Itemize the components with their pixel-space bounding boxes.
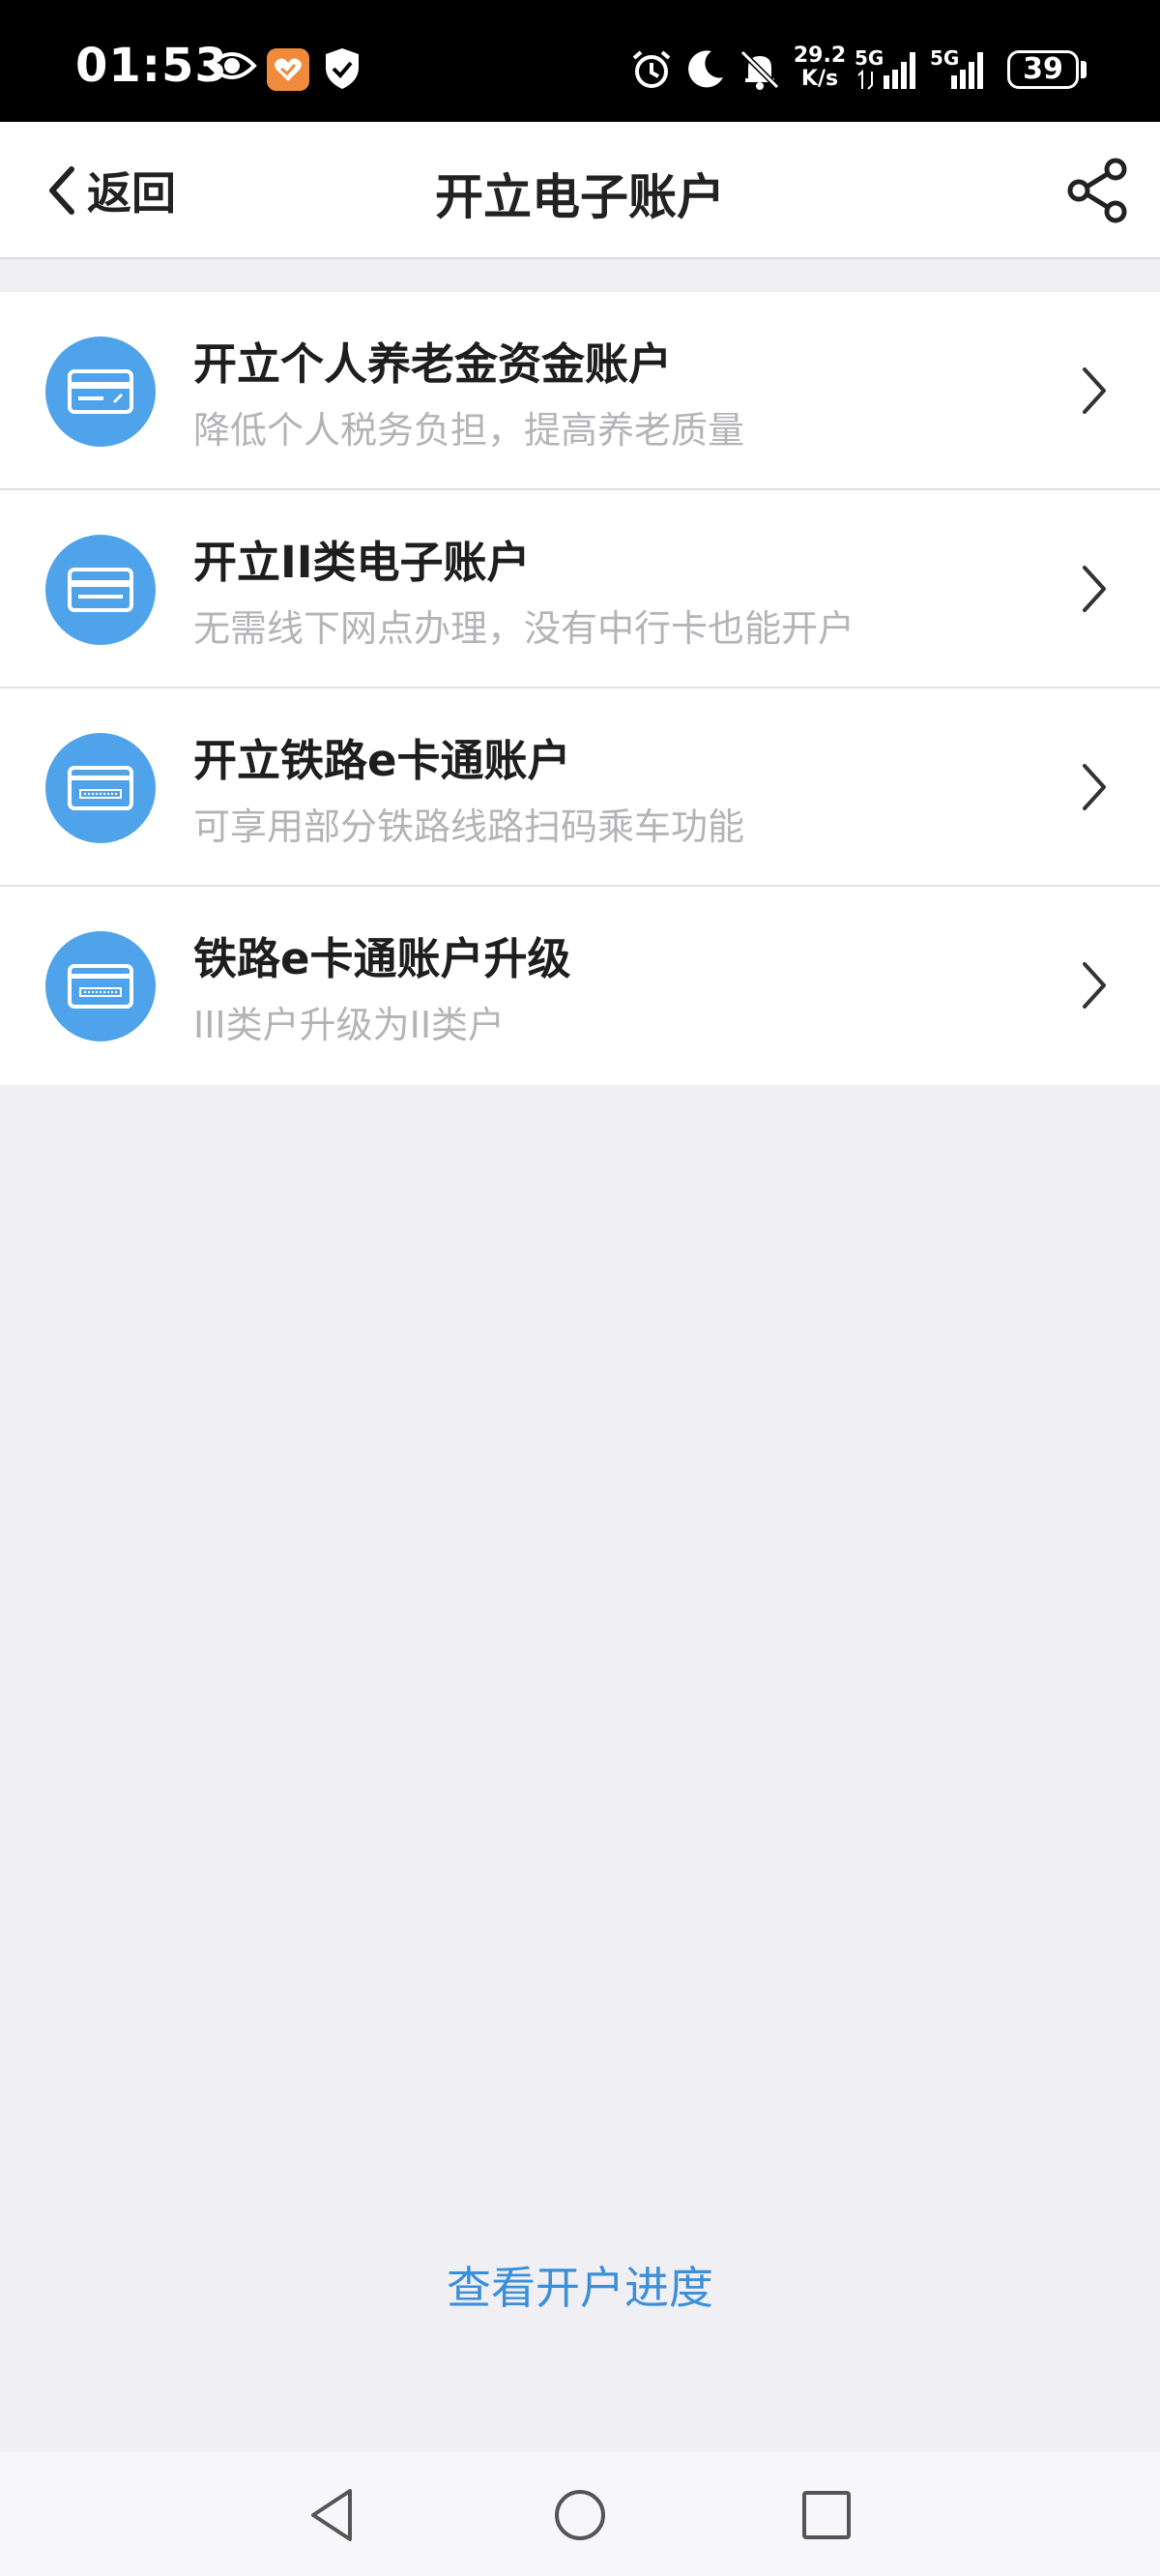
account-options-list: 开立个人养老金资金账户 降低个人税务负担，提高养老质量 开立II类电子账户 无需… <box>0 292 1160 1085</box>
back-triangle-icon[interactable] <box>300 2481 367 2549</box>
health-app-icon <box>267 48 309 91</box>
item-title: 开立II类电子账户 <box>193 537 531 588</box>
moon-icon <box>688 50 723 88</box>
chevron-right-icon <box>1083 367 1106 414</box>
view-progress-link[interactable]: 查看开户进度 <box>0 2253 1160 2317</box>
share-icon[interactable] <box>1063 157 1131 224</box>
status-bar: 01:53 29.2 K/s 5G 5G 39 <box>0 0 1160 122</box>
bell-off-icon <box>740 49 780 90</box>
alarm-icon <box>632 50 671 88</box>
signal-icon: 5G <box>930 46 998 91</box>
item-title: 开立个人养老金资金账户 <box>193 338 673 390</box>
battery-icon: 39 <box>1007 50 1079 89</box>
recents-square-icon[interactable] <box>793 2481 860 2549</box>
signal-icon: 5G <box>855 46 922 91</box>
shield-check-icon <box>326 48 359 89</box>
card-icon <box>45 931 156 1041</box>
item-subtitle: 可享用部分铁路线路扫码乘车功能 <box>193 805 745 848</box>
chevron-right-icon <box>1083 962 1106 1009</box>
home-circle-icon[interactable] <box>546 2481 614 2549</box>
system-nav-bar <box>0 2452 1160 2576</box>
card-icon <box>45 535 156 645</box>
item-subtitle: 降低个人税务负担，提高养老质量 <box>193 409 745 452</box>
chevron-right-icon <box>1083 764 1106 810</box>
list-item-railway-ecard-upgrade[interactable]: 铁路e卡通账户升级 III类户升级为II类户 <box>0 887 1160 1085</box>
battery-tip <box>1081 61 1087 78</box>
nav-bar: 返回 开立电子账户 <box>0 122 1160 259</box>
list-item-pension-account[interactable]: 开立个人养老金资金账户 降低个人税务负担，提高养老质量 <box>0 292 1160 490</box>
list-item-railway-ecard[interactable]: 开立铁路e卡通账户 可享用部分铁路线路扫码乘车功能 <box>0 688 1160 887</box>
status-time: 01:53 <box>75 39 228 93</box>
item-subtitle: III类户升级为II类户 <box>193 1004 506 1046</box>
card-icon <box>45 337 156 447</box>
item-title: 开立铁路e卡通账户 <box>193 735 571 786</box>
eye-icon <box>207 52 257 79</box>
item-subtitle: 无需线下网点办理，没有中行卡也能开户 <box>193 607 856 650</box>
chevron-right-icon <box>1083 566 1106 612</box>
item-title: 铁路e卡通账户升级 <box>193 933 571 984</box>
net-speed: 29.2 K/s <box>793 44 847 91</box>
card-icon <box>45 733 156 843</box>
list-item-class2-account[interactable]: 开立II类电子账户 无需线下网点办理，没有中行卡也能开户 <box>0 490 1160 688</box>
page-title: 开立电子账户 <box>435 169 725 225</box>
